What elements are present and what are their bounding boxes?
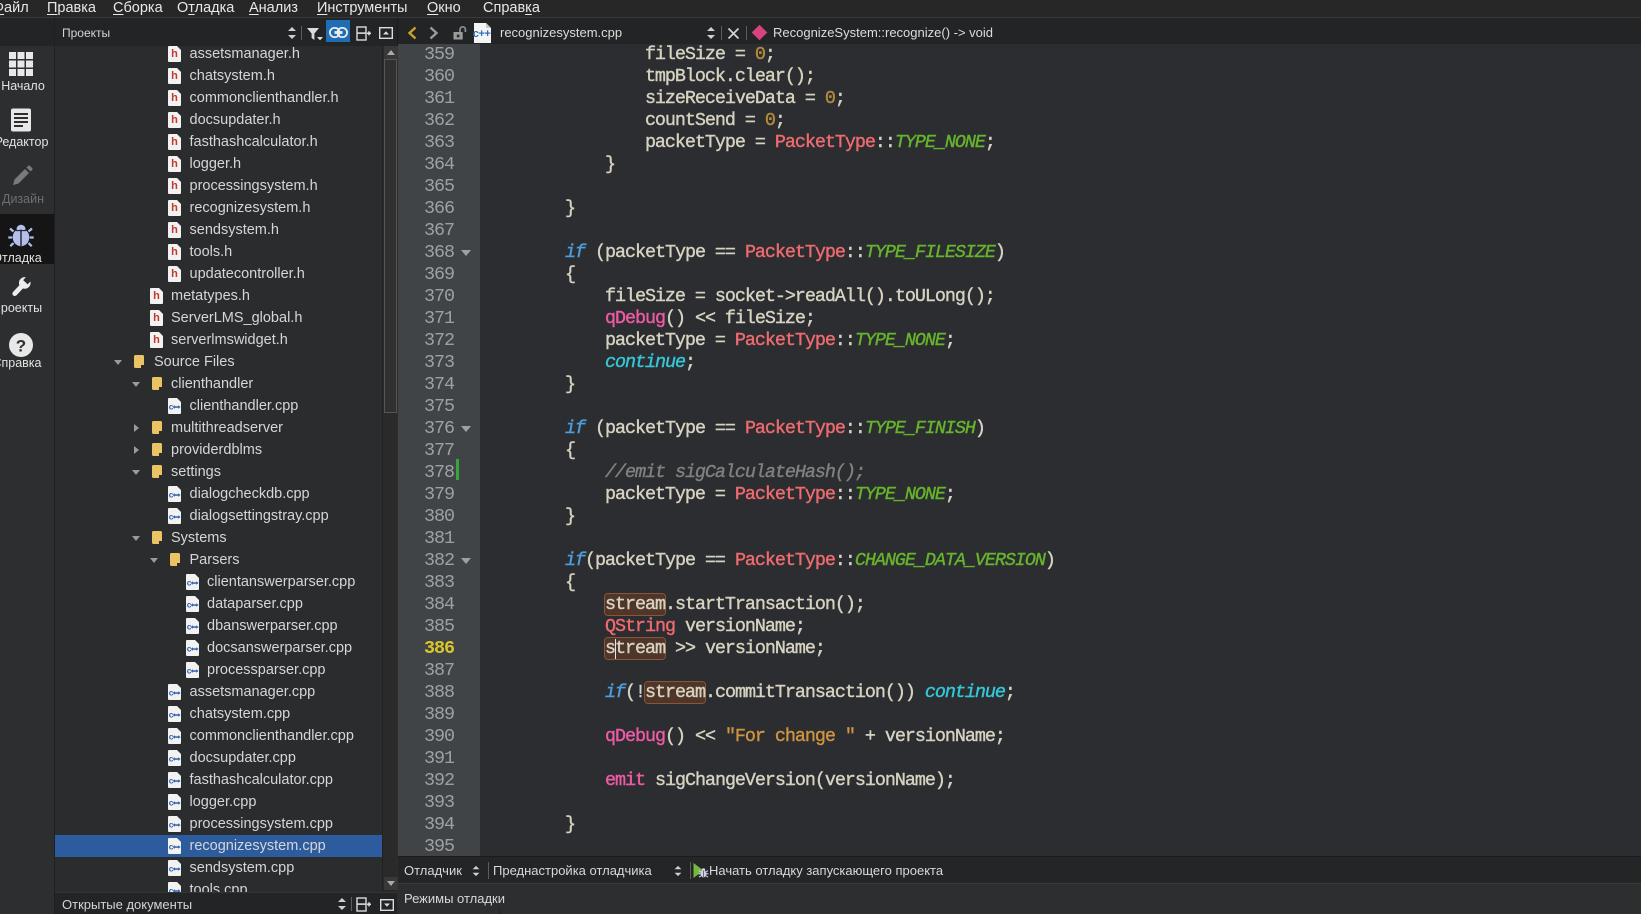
svg-text:c: c [187, 600, 192, 610]
svg-text:c: c [187, 644, 192, 654]
svg-text:c: c [187, 622, 192, 632]
svg-text:c: c [169, 820, 174, 830]
svg-text:c: c [169, 490, 174, 500]
svg-text:c: c [169, 402, 174, 412]
svg-text:c: c [169, 842, 174, 852]
svg-text:c: c [169, 864, 174, 874]
svg-text:c: c [187, 666, 192, 676]
svg-text:c: c [169, 710, 174, 720]
svg-text:c: c [169, 754, 174, 764]
svg-text:c: c [169, 776, 174, 786]
svg-text:c++: c++ [473, 28, 491, 40]
svg-text:c: c [169, 512, 174, 522]
svg-text:c: c [169, 732, 174, 742]
svg-text:?: ? [16, 337, 26, 356]
svg-text:c: c [169, 688, 174, 698]
svg-text:c: c [187, 578, 192, 588]
svg-text:c: c [169, 798, 174, 808]
